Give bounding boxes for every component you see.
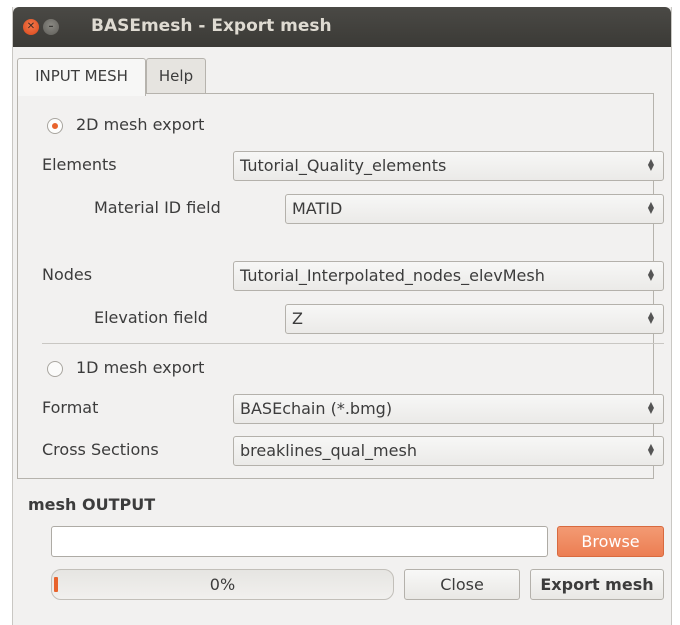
- material-id-value: MATID: [292, 199, 343, 218]
- up-down-arrows-icon: ▲ ▼: [647, 200, 655, 215]
- up-down-arrows-icon: ▲ ▼: [647, 442, 655, 457]
- elevation-field-value: Z: [292, 309, 303, 328]
- material-id-combo[interactable]: MATID ▲ ▼: [285, 194, 664, 224]
- cross-sections-label: Cross Sections: [42, 440, 159, 459]
- up-down-arrows-icon: ▲ ▼: [647, 400, 655, 415]
- mesh-output-title: mesh OUTPUT: [28, 495, 156, 514]
- elements-label: Elements: [42, 155, 117, 174]
- elevation-field-combo[interactable]: Z ▲ ▼: [285, 304, 664, 334]
- cross-sections-combo[interactable]: breaklines_qual_mesh ▲ ▼: [233, 436, 664, 466]
- radio-2d-label: 2D mesh export: [76, 115, 205, 134]
- browse-button[interactable]: Browse: [557, 526, 664, 557]
- up-down-arrows-icon: ▲ ▼: [647, 157, 655, 172]
- nodes-label: Nodes: [42, 265, 93, 284]
- elevation-field-label: Elevation field: [94, 308, 208, 327]
- title-bar[interactable]: ✕ – BASEmesh - Export mesh: [13, 7, 671, 47]
- elements-combo[interactable]: Tutorial_Quality_elements ▲ ▼: [233, 151, 664, 181]
- format-label: Format: [42, 398, 99, 417]
- progress-text: 0%: [209, 575, 236, 594]
- window-title: BASEmesh - Export mesh: [91, 16, 332, 36]
- radio-1d-label: 1D mesh export: [76, 358, 205, 377]
- export-mesh-button[interactable]: Export mesh: [530, 569, 664, 600]
- tab-help[interactable]: Help: [146, 58, 206, 94]
- up-down-arrows-icon: ▲ ▼: [647, 310, 655, 325]
- radio-1d-mesh-export[interactable]: [47, 361, 63, 377]
- export-progress-bar: 0%: [51, 569, 394, 600]
- elements-value: Tutorial_Quality_elements: [240, 156, 447, 175]
- nodes-value: Tutorial_Interpolated_nodes_elevMesh: [240, 266, 545, 285]
- format-value: BASEchain (*.bmg): [240, 399, 393, 418]
- close-icon[interactable]: ✕: [23, 19, 39, 35]
- nodes-combo[interactable]: Tutorial_Interpolated_nodes_elevMesh ▲ ▼: [233, 261, 664, 291]
- cross-sections-value: breaklines_qual_mesh: [240, 441, 417, 460]
- format-combo[interactable]: BASEchain (*.bmg) ▲ ▼: [233, 394, 664, 424]
- minimize-icon[interactable]: –: [43, 19, 59, 35]
- material-id-label: Material ID field: [94, 198, 221, 217]
- up-down-arrows-icon: ▲ ▼: [647, 267, 655, 282]
- radio-2d-mesh-export[interactable]: [47, 118, 63, 134]
- output-path-input[interactable]: [51, 526, 548, 557]
- section-divider: [42, 343, 664, 344]
- close-button[interactable]: Close: [404, 569, 520, 600]
- tab-input-mesh[interactable]: INPUT MESH: [17, 58, 146, 96]
